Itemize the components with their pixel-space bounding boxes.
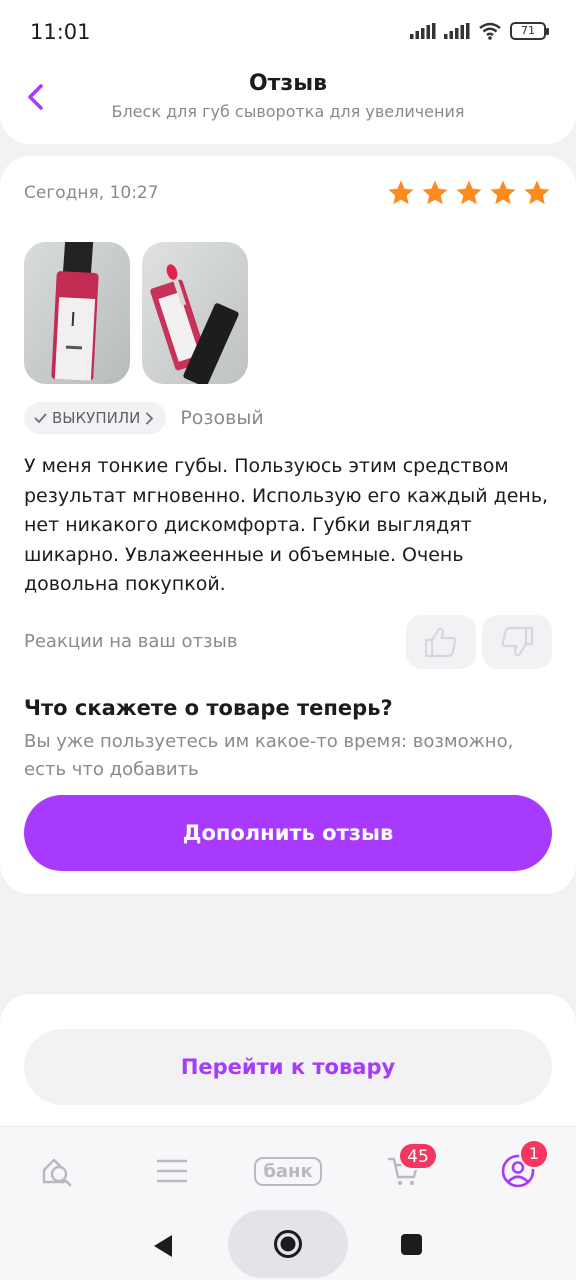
update-prompt-title: Что скажете о товаре теперь? xyxy=(24,696,393,720)
star-icon xyxy=(490,180,516,205)
go-to-product-button[interactable]: Перейти к товару xyxy=(24,1029,552,1105)
product-variant: Розовый xyxy=(180,407,264,429)
cellular-signal-icon xyxy=(410,23,436,39)
wifi-icon xyxy=(479,22,501,40)
update-prompt-text: Вы уже пользуетесь им какое-то время: во… xyxy=(24,731,514,780)
like-button[interactable] xyxy=(406,615,476,669)
system-navigation-bar xyxy=(0,1210,576,1280)
purchased-badge[interactable]: ВЫКУПИЛИ xyxy=(24,402,167,434)
header: Отзыв Блеск для губ сыворотка для увелич… xyxy=(0,58,576,144)
checkmark-icon xyxy=(34,413,47,423)
nav-home-icon xyxy=(274,1230,302,1258)
review-text: У меня тонкие губы. Пользуюсь этим средс… xyxy=(24,455,549,595)
nav-back-icon xyxy=(154,1235,172,1257)
dislike-button[interactable] xyxy=(482,615,552,669)
review-card: Сегодня, 10:27 ВЫКУПИЛИ Розовый У меня т… xyxy=(0,156,576,894)
review-tags: ВЫКУПИЛИ Розовый xyxy=(24,402,264,434)
review-date: Сегодня, 10:27 xyxy=(24,183,159,203)
page-title: Отзыв xyxy=(248,71,328,96)
status-time: 11:01 xyxy=(30,20,91,44)
status-icons: 71 xyxy=(410,22,549,40)
battery-icon: 71 xyxy=(510,22,549,40)
tab-bank[interactable]: банк xyxy=(246,1147,330,1195)
star-icon xyxy=(388,180,414,205)
home-search-icon xyxy=(42,1158,72,1187)
review-photos xyxy=(24,242,248,384)
star-icon xyxy=(422,180,448,205)
purchased-badge-label: ВЫКУПИЛИ xyxy=(52,409,141,427)
cart-count-badge: 45 xyxy=(398,1142,438,1170)
review-photo[interactable] xyxy=(24,242,130,384)
reactions-label: Реакции на ваш отзыв xyxy=(24,631,238,652)
tab-home[interactable] xyxy=(28,1147,88,1195)
status-bar: 11:01 71 xyxy=(0,0,576,64)
chevron-right-icon xyxy=(146,412,154,424)
menu-icon xyxy=(156,1159,188,1183)
nav-back-button[interactable] xyxy=(152,1233,174,1263)
star-icon xyxy=(456,180,482,205)
profile-notification-badge: 1 xyxy=(519,1139,549,1169)
tab-bar: банк xyxy=(0,1126,576,1216)
add-to-review-button[interactable]: Дополнить отзыв xyxy=(24,795,552,871)
nav-home-button[interactable] xyxy=(228,1210,348,1278)
star-icon xyxy=(524,180,550,205)
review-photo[interactable] xyxy=(142,242,248,384)
thumbs-down-icon xyxy=(501,626,534,657)
bank-label: банк xyxy=(254,1156,322,1186)
rating-stars xyxy=(386,178,552,208)
cellular-signal-2-icon xyxy=(444,23,470,39)
nav-recents-icon[interactable] xyxy=(401,1234,422,1255)
tab-catalog[interactable] xyxy=(142,1147,202,1195)
product-name: Блеск для губ сыворотка для увеличения xyxy=(111,102,465,121)
thumbs-up-icon xyxy=(424,627,457,658)
